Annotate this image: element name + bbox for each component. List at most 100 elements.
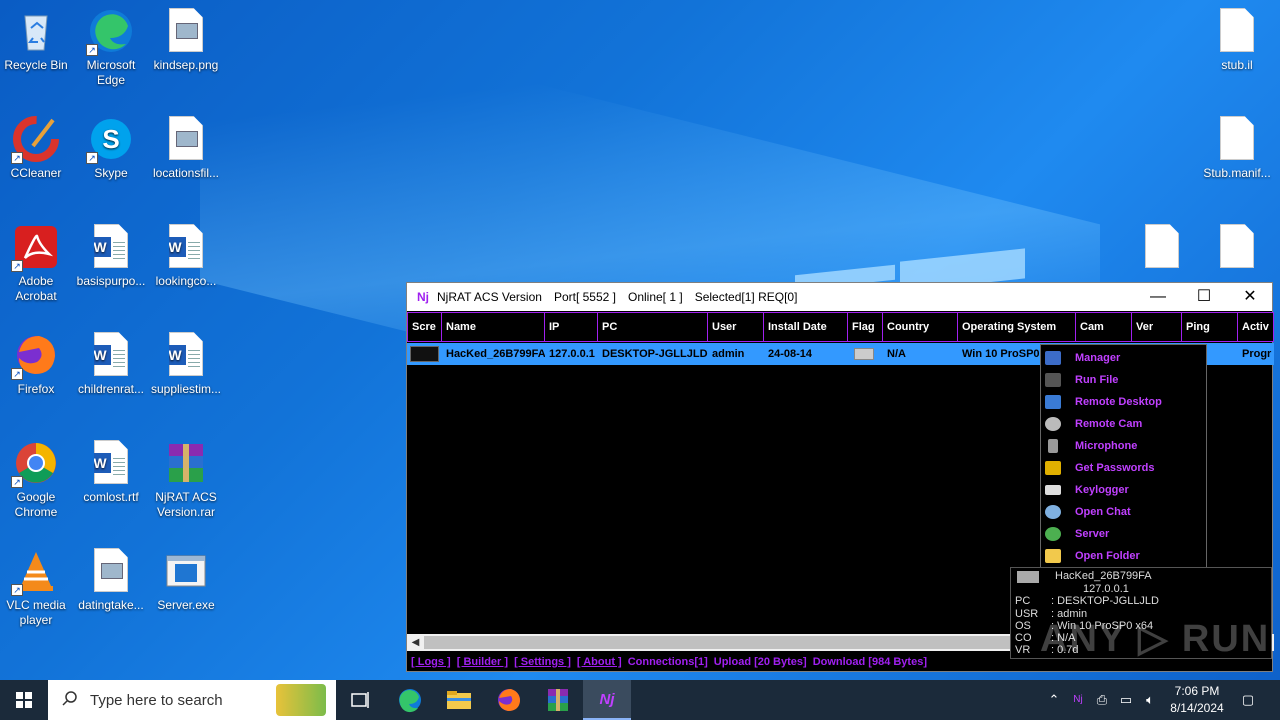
desktop-icon-partial-settings[interactable] [1201,224,1273,280]
show-hidden-icons-icon[interactable]: ⌃ [1046,692,1062,708]
desktop-icon-ccleaner[interactable]: ↗ CCleaner [0,116,72,181]
logs-link[interactable]: [ Logs ] [411,656,451,668]
taskbar: Type here to search Nj ⌃ Nj ⎙ ▭ 🔈︎ 7:06 … [0,680,1280,720]
tray-device-icon[interactable]: ⎙ [1094,692,1110,708]
menu-item-run-file[interactable]: Run File [1041,369,1206,391]
chrome-icon: ↗ [11,440,59,488]
col-name[interactable]: Name [442,312,545,342]
blank-file-icon [1139,224,1185,270]
task-view-icon [351,692,369,708]
col-country[interactable]: Country [883,312,958,342]
desktop-icon-comlost[interactable]: W comlost.rtf [75,440,147,505]
scrollbar-thumb[interactable] [424,636,1024,649]
edge-icon [399,689,421,713]
notification-icon[interactable]: ▢ [1240,692,1256,708]
desktop-icon-edge[interactable]: ↗ Microsoft Edge [75,8,147,88]
port-label: Port[ 5552 ] [553,290,616,304]
desktop-icon-basispurpo[interactable]: W basispurpo... [75,224,147,289]
col-install-date[interactable]: Install Date [764,312,848,342]
corn-search-highlight-icon [276,684,326,716]
col-ver[interactable]: Ver [1132,312,1182,342]
desktop-icon-kindsep[interactable]: kindsep.png [150,8,222,73]
desktop-icon-stub-manifest[interactable]: Stub.manif... [1201,116,1273,181]
col-active[interactable]: Activ [1238,312,1274,342]
desktop-icon-firefox[interactable]: ↗ Firefox [0,332,72,397]
menu-item-manager[interactable]: Manager [1041,347,1206,369]
task-view-button[interactable] [336,680,384,720]
cell-active: Progr [1242,348,1272,360]
builder-link[interactable]: [ Builder ] [457,656,508,668]
folder-icon [447,691,471,709]
taskbar-firefox[interactable] [485,680,533,720]
taskbar-winrar[interactable] [534,680,582,720]
winrar-icon [163,440,209,486]
system-clock[interactable]: 7:06 PM 8/14/2024 [1158,683,1236,717]
taskbar-njrat[interactable]: Nj [583,680,631,720]
menu-item-remote-cam[interactable]: Remote Cam [1041,413,1206,435]
col-os[interactable]: Operating System [958,312,1076,342]
edge-icon: ↗ [86,8,134,56]
taskbar-edge[interactable] [386,680,434,720]
col-flag[interactable]: Flag [848,312,883,342]
word-doc-icon: W [88,440,134,486]
desktop-icon-server-exe[interactable]: Server.exe [150,548,222,613]
desktop-icon-lookingco[interactable]: W lookingco... [150,224,222,289]
firefox-icon [498,689,520,711]
menu-item-microphone[interactable]: Microphone [1041,435,1206,457]
desktop-icon-acrobat[interactable]: ↗ Adobe Acrobat [0,224,72,304]
word-doc-icon: W [163,332,209,378]
menu-item-server[interactable]: Server [1041,523,1206,545]
screen-thumbnail [407,343,442,365]
taskbar-file-explorer[interactable] [435,680,483,720]
menu-item-remote-desktop[interactable]: Remote Desktop [1041,391,1206,413]
tray-njrat-icon[interactable]: Nj [1070,692,1086,708]
menu-item-open-folder[interactable]: Open Folder [1041,545,1206,567]
desktop-icon-partial-file[interactable] [1126,224,1198,280]
col-screen[interactable]: Scre [407,312,442,342]
settings-file-icon [1214,224,1260,270]
desktop-icon-datingtake[interactable]: datingtake... [75,548,147,613]
maximize-button[interactable]: ☐ [1181,283,1227,311]
close-button[interactable]: ✕ [1227,283,1273,311]
about-link[interactable]: [ About ] [577,656,622,668]
flag-icon [848,343,883,365]
col-user[interactable]: User [708,312,764,342]
volume-icon[interactable]: 🔈︎ [1142,692,1158,708]
menu-item-open-chat[interactable]: Open Chat [1041,501,1206,523]
menu-item-keylogger[interactable]: Keylogger [1041,479,1206,501]
menu-item-get-passwords[interactable]: Get Passwords [1041,457,1206,479]
firefox-icon: ↗ [11,332,59,380]
flag-icon [1017,571,1039,583]
col-ping[interactable]: Ping [1182,312,1238,342]
njrat-logo-icon: Nj [417,290,429,304]
scroll-left-icon[interactable]: ◀ [407,634,424,651]
manager-icon [1045,351,1061,365]
clock-time: 7:06 PM [1174,684,1220,698]
window-title: NjRAT ACS Version [437,290,542,304]
desktop-icon-chrome[interactable]: ↗ Google Chrome [0,440,72,520]
desktop-icon-recycle-bin[interactable]: Recycle Bin [0,8,72,73]
desktop-icon-suppliestim[interactable]: W suppliestim... [150,332,222,397]
col-pc[interactable]: PC [598,312,708,342]
search-placeholder: Type here to search [90,691,223,709]
settings-link[interactable]: [ Settings ] [514,656,571,668]
desktop-icon-skype[interactable]: S ↗ Skype [75,116,147,181]
key-icon [1045,461,1061,475]
desktop-icon-childrenrat[interactable]: W childrenrat... [75,332,147,397]
network-icon[interactable]: ▭ [1118,692,1134,708]
desktop-icon-njrat-rar[interactable]: NjRAT ACS Version.rar [150,440,222,520]
desktop-icon-stub-il[interactable]: stub.il [1201,8,1273,73]
desktop-icon-locationsfil[interactable]: locationsfil... [150,116,222,181]
col-ip[interactable]: IP [545,312,598,342]
col-cam[interactable]: Cam [1076,312,1132,342]
window-titlebar[interactable]: Nj NjRAT ACS Version Port[ 5552 ] Online… [407,283,1272,311]
minimize-button[interactable]: — [1135,283,1181,311]
ccleaner-icon: ↗ [11,116,59,164]
desktop-icon-vlc[interactable]: ↗ VLC media player [0,548,72,628]
cell-ip: 127.0.0.1 [549,348,595,360]
table-header: Scre Name IP PC User Install Date Flag C… [407,312,1274,342]
keyboard-icon [1045,485,1061,495]
search-box[interactable]: Type here to search [48,680,336,720]
start-button[interactable] [0,680,48,720]
anyrun-watermark: ANY ▷ RUN [1040,618,1271,660]
